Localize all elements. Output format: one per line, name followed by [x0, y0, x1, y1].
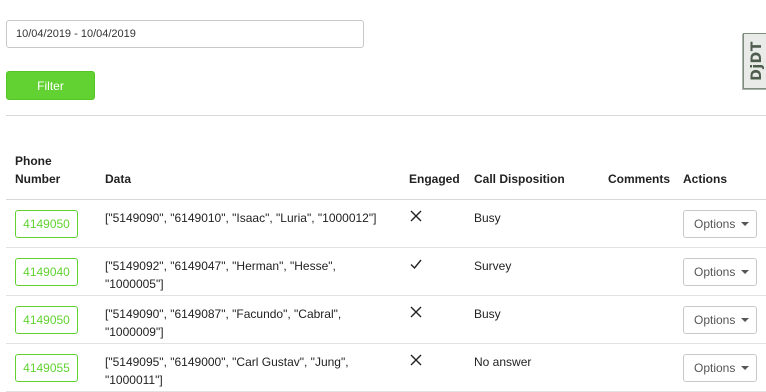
caret-down-icon — [741, 222, 750, 226]
divider — [6, 115, 766, 116]
options-label: Options — [694, 217, 736, 231]
header-comments: Comments — [608, 172, 671, 186]
table-row: 4149050 ["5149090", "6149087", "Facundo",… — [6, 296, 766, 344]
row-call-disposition: No answer — [474, 355, 532, 369]
options-label: Options — [694, 265, 736, 279]
row-call-disposition: Survey — [474, 259, 512, 273]
phone-number-button[interactable]: 4149050 — [15, 210, 78, 238]
header-phone-line2: Number — [15, 172, 61, 186]
cross-icon — [409, 209, 429, 227]
row-data: ["5149095", "6149000", "Carl Gustav", "J… — [105, 355, 349, 387]
debug-toolbar-label: DjDT — [748, 41, 765, 81]
header-engaged: Engaged — [409, 172, 460, 186]
phone-number-button[interactable]: 4149055 — [15, 354, 78, 382]
cross-icon — [409, 305, 429, 323]
row-data: ["5149092", "6149047", "Herman", "Hesse"… — [105, 259, 336, 291]
table-row: 4149055 ["5149095", "6149000", "Carl Gust… — [6, 344, 766, 392]
header-phone-number: Phone Number — [15, 152, 60, 188]
row-call-disposition: Busy — [474, 211, 501, 225]
row-data: ["5149090", "6149087", "Facundo", "Cabra… — [105, 307, 342, 339]
header-data: Data — [105, 172, 132, 186]
row-call-disposition: Busy — [474, 307, 501, 321]
caret-down-icon — [741, 366, 750, 370]
cross-icon — [409, 353, 429, 371]
date-range-input[interactable] — [6, 20, 364, 48]
row-data: ["5149090", "6149010", "Isaac", "Luria",… — [105, 211, 377, 225]
table-row: 4149050 ["5149090", "6149010", "Isaac", "… — [6, 200, 766, 248]
table-body: 4149050 ["5149090", "6149010", "Isaac", "… — [6, 200, 766, 392]
caret-down-icon — [741, 270, 750, 274]
filter-button[interactable]: Filter — [6, 71, 95, 100]
options-dropdown-button[interactable]: Options — [683, 258, 757, 286]
header-phone-line1: Phone — [15, 154, 52, 168]
check-icon — [409, 257, 429, 275]
calls-table: Phone Number Data Engaged Call Dispositi… — [6, 151, 766, 392]
options-label: Options — [694, 361, 736, 375]
options-dropdown-button[interactable]: Options — [683, 306, 757, 334]
options-label: Options — [694, 313, 736, 327]
table-row: 4149040 ["5149092", "6149047", "Herman", … — [6, 248, 766, 296]
caret-down-icon — [741, 318, 750, 322]
header-call-disposition: Call Disposition — [474, 172, 565, 186]
table-header-row: Phone Number Data Engaged Call Dispositi… — [6, 151, 766, 200]
phone-number-button[interactable]: 4149040 — [15, 258, 78, 286]
options-dropdown-button[interactable]: Options — [683, 210, 757, 238]
header-actions: Actions — [683, 172, 728, 186]
options-dropdown-button[interactable]: Options — [683, 354, 757, 382]
phone-number-button[interactable]: 4149050 — [15, 306, 78, 334]
debug-toolbar-handle[interactable]: DjDT — [743, 33, 766, 89]
